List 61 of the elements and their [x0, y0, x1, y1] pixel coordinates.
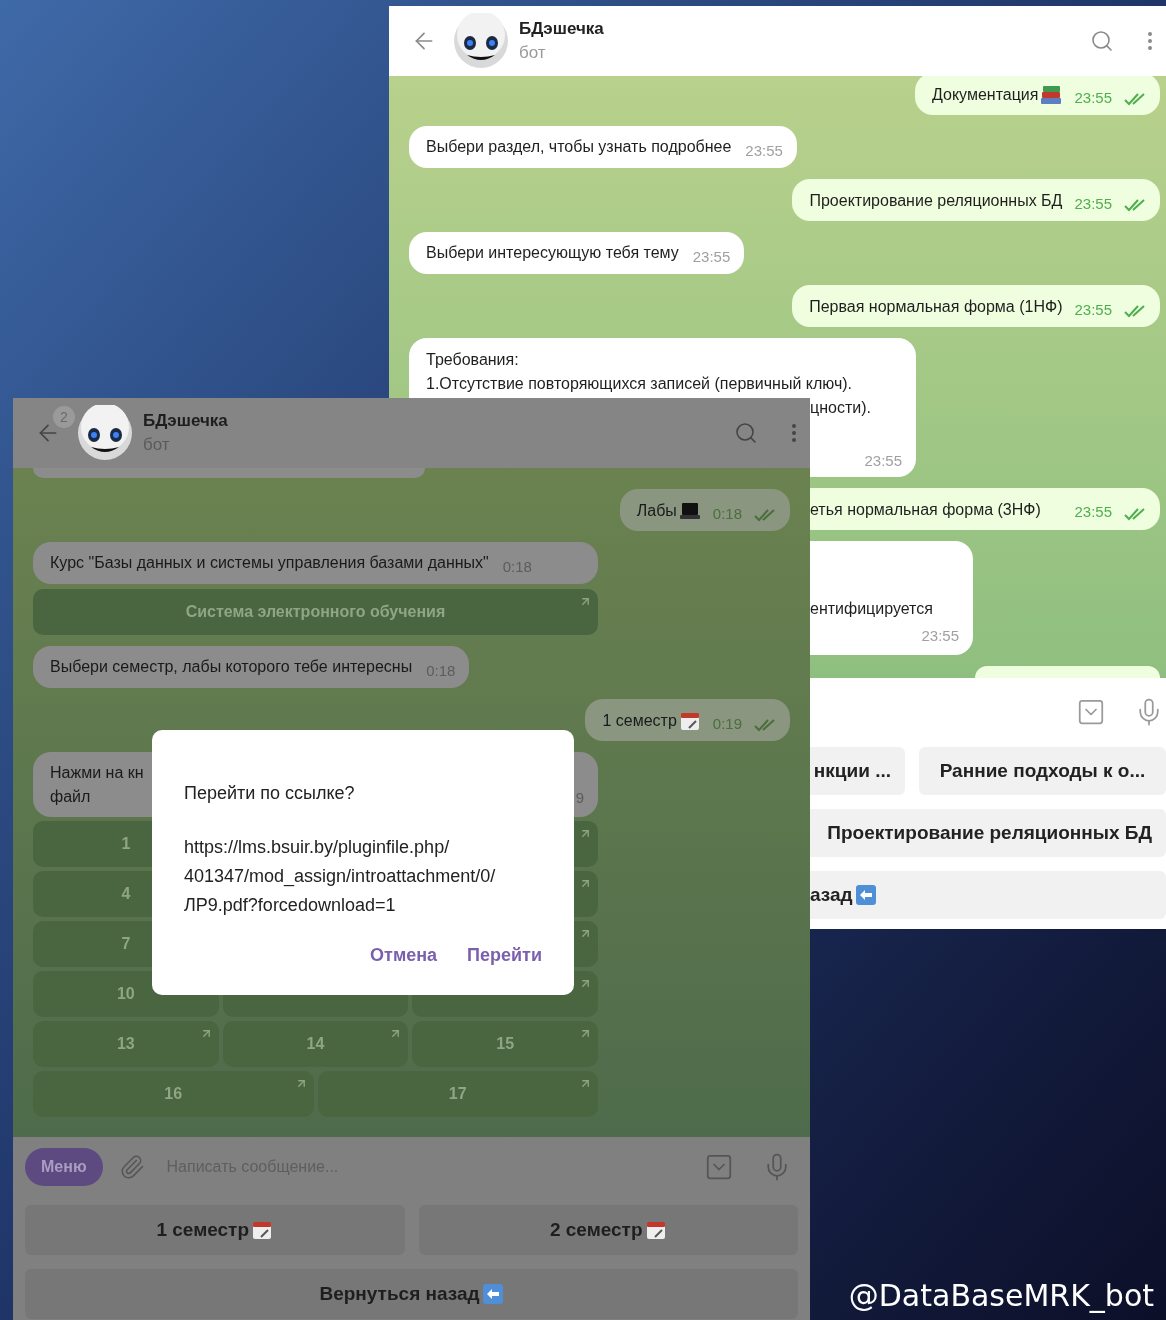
calendar-icon [644, 1219, 667, 1241]
message-text: Документация [932, 85, 1039, 105]
message-text: Проектирование реляционных БД [809, 191, 1063, 211]
inline-button[interactable]: Система электронного обучения [33, 589, 598, 635]
message-time: 23:55 [1074, 502, 1112, 522]
message-text: Курс "Базы данных и системы управления базами данных" [50, 553, 489, 573]
external-link-icon [579, 927, 592, 940]
message-time: 0:18 [712, 503, 742, 524]
message-time: 23:55 [692, 246, 731, 267]
keyboard-button[interactable]: Ранние подходы к о... [919, 747, 1166, 795]
message-text: файл [50, 787, 92, 807]
message-text: цности). [810, 398, 871, 418]
inline-button[interactable]: 16 [33, 1071, 314, 1117]
message-text: 1 семестр [602, 711, 677, 731]
chat-title: БДэшечка [519, 18, 604, 40]
message-time: 23:55 [745, 140, 783, 161]
keyboard-button[interactable]: 2 семестр [418, 1205, 798, 1255]
message-text: Требования: [426, 350, 519, 370]
message-text: Нажми на кн [50, 763, 144, 783]
message-text: ентифицируется [810, 598, 934, 619]
books-icon [1040, 85, 1063, 105]
message-text: 1.Отсутствие повторяющихся записей (первичный ключ). [426, 374, 853, 394]
message-time: 23:55 [1074, 299, 1112, 320]
calendar-icon [678, 710, 701, 732]
dialog-button[interactable]: Перейти [467, 942, 542, 969]
bot-handle-caption: @DataBaseMRK_bot [848, 1277, 1154, 1315]
robot-avatar [77, 405, 133, 461]
dialog-title: Перейти по ссылке? [184, 782, 356, 805]
laptop-icon [678, 501, 701, 521]
search-icon[interactable] [734, 421, 758, 445]
inline-button[interactable]: 17 [317, 1071, 598, 1117]
inline-button[interactable]: 14 [222, 1021, 409, 1067]
external-link-icon [579, 877, 592, 890]
external-link-icon [579, 977, 592, 990]
keyboard-button[interactable]: 1 семестр [25, 1205, 405, 1255]
message-time: 23:55 [1074, 193, 1112, 214]
message-time: 23:55 [864, 451, 902, 471]
message-text: Выбери раздел, чтобы узнать подробнее [426, 137, 732, 157]
message-time: 23:55 [921, 625, 959, 646]
message-text: Выбери интересующую тебя тему [426, 243, 679, 263]
menu-button[interactable]: Меню [25, 1148, 103, 1186]
dialog-button[interactable]: Отмена [370, 942, 438, 969]
message-text: Первая нормальная форма (1НФ) [809, 297, 1063, 317]
chat-subtitle: бот [519, 42, 547, 64]
chat-title: БДэшечка [143, 410, 228, 432]
calendar-icon [251, 1219, 274, 1241]
external-link-icon [579, 827, 592, 840]
message-time: 0:19 [712, 713, 742, 734]
inline-button[interactable]: 15 [412, 1021, 598, 1067]
message-text: Лабы [636, 501, 677, 521]
external-link-icon [579, 1077, 592, 1090]
robot-avatar [453, 13, 509, 69]
sticker-icon[interactable] [704, 1152, 734, 1182]
message-text: етья нормальная форма (3НФ) [810, 499, 1041, 520]
external-link-icon [579, 1027, 592, 1040]
external-link-icon [579, 595, 592, 608]
inline-button[interactable]: 13 [33, 1021, 219, 1067]
message-text: Выбери семестр, лабы которого тебе интересны [50, 657, 413, 677]
message-time: 23:55 [1074, 87, 1112, 108]
search-icon[interactable] [1090, 29, 1114, 53]
keyboard-button[interactable]: Вернуться назад [25, 1269, 798, 1319]
